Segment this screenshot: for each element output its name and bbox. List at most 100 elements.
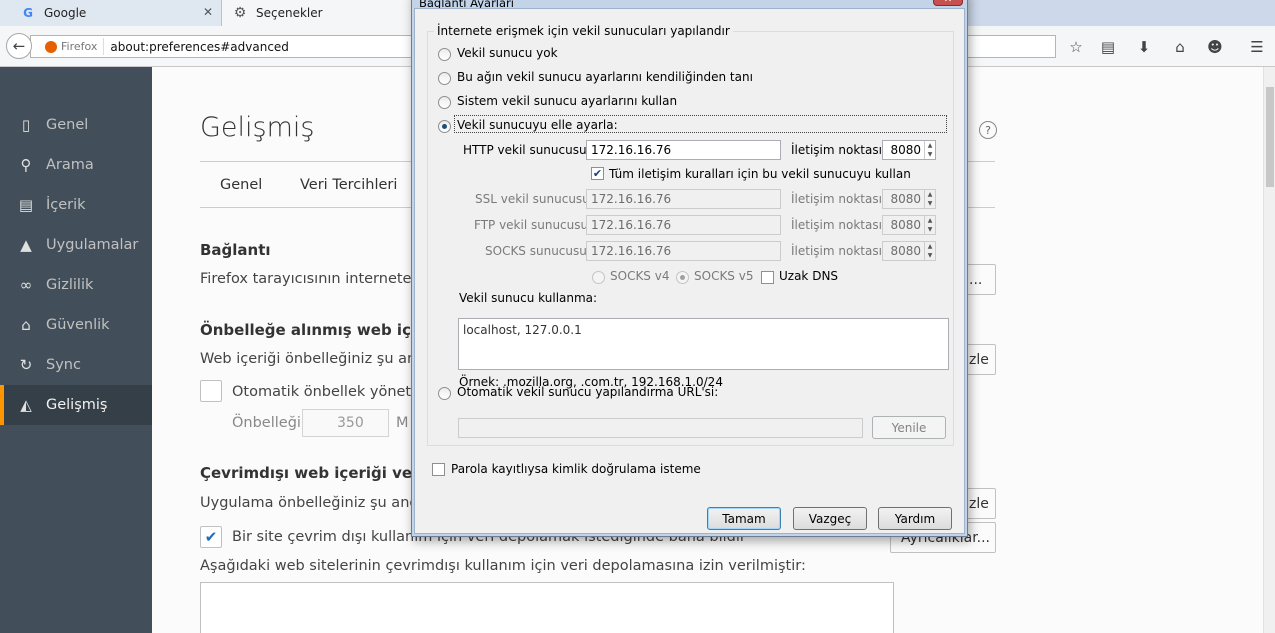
tab-general[interactable]: Genel xyxy=(220,177,262,193)
reading-list-icon[interactable]: ▤ xyxy=(1098,37,1118,57)
sidebar-item-search[interactable]: ⚲ Arama xyxy=(0,145,152,185)
url-text[interactable]: about:preferences#advanced xyxy=(104,40,289,54)
spinner-arrows-icon[interactable]: ▲ ▼ xyxy=(924,141,935,159)
no-auth-prompt-checkbox[interactable] xyxy=(432,463,445,476)
sidebar-item-privacy[interactable]: ∞ Gizlilik xyxy=(0,265,152,305)
pac-url-radio[interactable] xyxy=(438,387,451,400)
back-button[interactable]: ← xyxy=(6,33,32,59)
offline-allowed-label: Aşağıdaki web sitelerinin çevrimdışı kul… xyxy=(200,558,806,574)
tab-google[interactable]: G Google ✕ xyxy=(0,0,222,26)
port-value: 8080 xyxy=(890,244,921,258)
close-tab-icon[interactable]: ✕ xyxy=(203,5,213,19)
socks-proxy-input[interactable]: 172.16.16.76 xyxy=(586,241,781,261)
ssl-port-input[interactable]: 8080 ▲ ▼ xyxy=(882,189,936,209)
dialog-close-button[interactable]: ✕ xyxy=(933,0,963,6)
sidebar-item-sync[interactable]: ↻ Sync xyxy=(0,345,152,385)
ssl-proxy-input[interactable]: 172.16.16.76 xyxy=(586,189,781,209)
port-value: 8080 xyxy=(890,192,921,206)
page-title: Gelişmiş xyxy=(200,112,315,143)
preferences-sidebar: ▯ Genel ⚲ Arama ▤ İçerik ▲ Uygulamalar ∞ Gizl… xyxy=(0,67,152,633)
identity-label: Firefox xyxy=(61,40,98,53)
home-icon[interactable]: ⌂ xyxy=(1170,37,1190,57)
cache-heading: Önbelleğe alınmış web içeri xyxy=(200,321,434,339)
checkmark-icon: ✔ xyxy=(204,528,218,546)
manual-proxy-radio[interactable] xyxy=(438,120,451,133)
socks-port-input[interactable]: 8080 ▲ ▼ xyxy=(882,241,936,261)
chat-icon[interactable]: ☻ xyxy=(1205,37,1225,57)
socks-v4-radio[interactable] xyxy=(592,271,605,284)
no-proxy-radio[interactable] xyxy=(438,48,451,61)
sidebar-item-label: Gelişmiş xyxy=(46,397,108,413)
share-proxy-checkbox[interactable]: ✔ xyxy=(591,167,604,180)
button-label: Vazgeç xyxy=(808,511,852,526)
no-proxy-for-label: Vekil sunucu kullanma: xyxy=(459,291,598,305)
ftp-proxy-input[interactable]: 172.16.16.76 xyxy=(586,215,781,235)
help-button[interactable]: Yardım xyxy=(878,507,952,530)
rocket-icon: ▲ xyxy=(20,236,32,254)
sidebar-item-applications[interactable]: ▲ Uygulamalar xyxy=(0,225,152,265)
http-port-input[interactable]: 8080 ▲ ▼ xyxy=(882,140,936,160)
cache-size-value: 350 xyxy=(337,415,364,431)
sidebar-item-label: İçerik xyxy=(46,197,86,213)
cancel-button[interactable]: Vazgeç xyxy=(793,507,867,530)
button-label: Yenile xyxy=(891,420,927,435)
ok-button[interactable]: Tamam xyxy=(707,507,781,530)
system-proxy-radio[interactable] xyxy=(438,96,451,109)
sidebar-item-label: Gizlilik xyxy=(46,277,94,293)
share-proxy-label: Tüm iletişim kuralları için bu vekil sun… xyxy=(609,167,911,181)
ftp-port-label: İletişim noktası: xyxy=(791,218,886,232)
manual-proxy-label: Vekil sunucuyu elle ayarla: xyxy=(457,118,618,132)
sidebar-item-advanced[interactable]: ◭ Gelişmiş xyxy=(0,385,152,425)
auto-cache-label: Otomatik önbellek yönetim xyxy=(232,384,430,400)
auto-detect-radio[interactable] xyxy=(438,72,451,85)
tab-options[interactable]: ⚙ Seçenekler xyxy=(222,0,412,26)
content-icon: ▤ xyxy=(18,196,34,214)
tab-label: Seçenekler xyxy=(256,6,323,20)
no-proxy-for-textarea[interactable]: localhost, 127.0.0.1 xyxy=(458,318,949,370)
download-icon[interactable]: ⬇ xyxy=(1134,37,1154,57)
sidebar-item-general[interactable]: ▯ Genel xyxy=(0,105,152,145)
button-label: zle xyxy=(969,351,989,368)
vertical-scrollbar[interactable] xyxy=(1263,67,1275,633)
spinner-arrows-icon[interactable]: ▲ ▼ xyxy=(924,216,935,234)
checkmark-icon: ✔ xyxy=(592,167,603,180)
sidebar-item-content[interactable]: ▤ İçerik xyxy=(0,185,152,225)
socks-v5-label: SOCKS v5 xyxy=(694,269,754,283)
close-icon: ✕ xyxy=(944,0,952,5)
ssl-proxy-label: SSL vekil sunucusu: xyxy=(475,192,594,206)
offline-sites-list[interactable] xyxy=(200,582,894,633)
socks-v5-radio[interactable] xyxy=(676,271,689,284)
general-icon: ▯ xyxy=(21,116,31,134)
mask-icon: ∞ xyxy=(19,276,33,294)
http-proxy-label: HTTP vekil sunucusu: xyxy=(463,143,591,157)
button-label: ... xyxy=(969,271,983,288)
socks-port-label: İletişim noktası: xyxy=(791,244,886,258)
auto-cache-checkbox[interactable] xyxy=(200,380,222,402)
ftp-port-input[interactable]: 8080 ▲ ▼ xyxy=(882,215,936,235)
reload-button[interactable]: Yenile xyxy=(872,416,946,439)
scrollbar-thumb[interactable] xyxy=(1266,87,1274,187)
socks-v4-label: SOCKS v4 xyxy=(610,269,670,283)
button-label: zle xyxy=(969,495,989,512)
auto-detect-label: Bu ağın vekil sunucu ayarlarını kendiliğ… xyxy=(457,70,753,84)
help-icon[interactable]: ? xyxy=(979,121,997,139)
bookmark-star-icon[interactable]: ☆ xyxy=(1066,37,1086,57)
sidebar-item-security[interactable]: ⌂ Güvenlik xyxy=(0,305,152,345)
spinner-arrows-icon[interactable]: ▲ ▼ xyxy=(924,242,935,260)
offline-notify-checkbox[interactable]: ✔ xyxy=(200,526,222,548)
site-identity[interactable]: Firefox xyxy=(35,38,105,55)
menu-icon[interactable]: ☰ xyxy=(1247,37,1267,57)
tab-label: Google xyxy=(44,6,87,20)
spinner-arrows-icon[interactable]: ▲ ▼ xyxy=(924,190,935,208)
port-value: 8080 xyxy=(890,218,921,232)
port-value: 8080 xyxy=(890,143,921,157)
cache-size-input[interactable]: 350 xyxy=(302,409,389,437)
back-arrow-icon: ← xyxy=(12,37,26,55)
pac-url-input[interactable] xyxy=(458,418,863,438)
sidebar-item-label: Genel xyxy=(46,117,89,133)
gear-icon: ⚙ xyxy=(233,5,247,21)
tab-data-choices[interactable]: Veri Tercihleri xyxy=(300,177,397,193)
sidebar-item-label: Sync xyxy=(46,357,81,373)
http-proxy-input[interactable]: 172.16.16.76 xyxy=(586,140,781,160)
remote-dns-checkbox[interactable] xyxy=(761,271,774,284)
